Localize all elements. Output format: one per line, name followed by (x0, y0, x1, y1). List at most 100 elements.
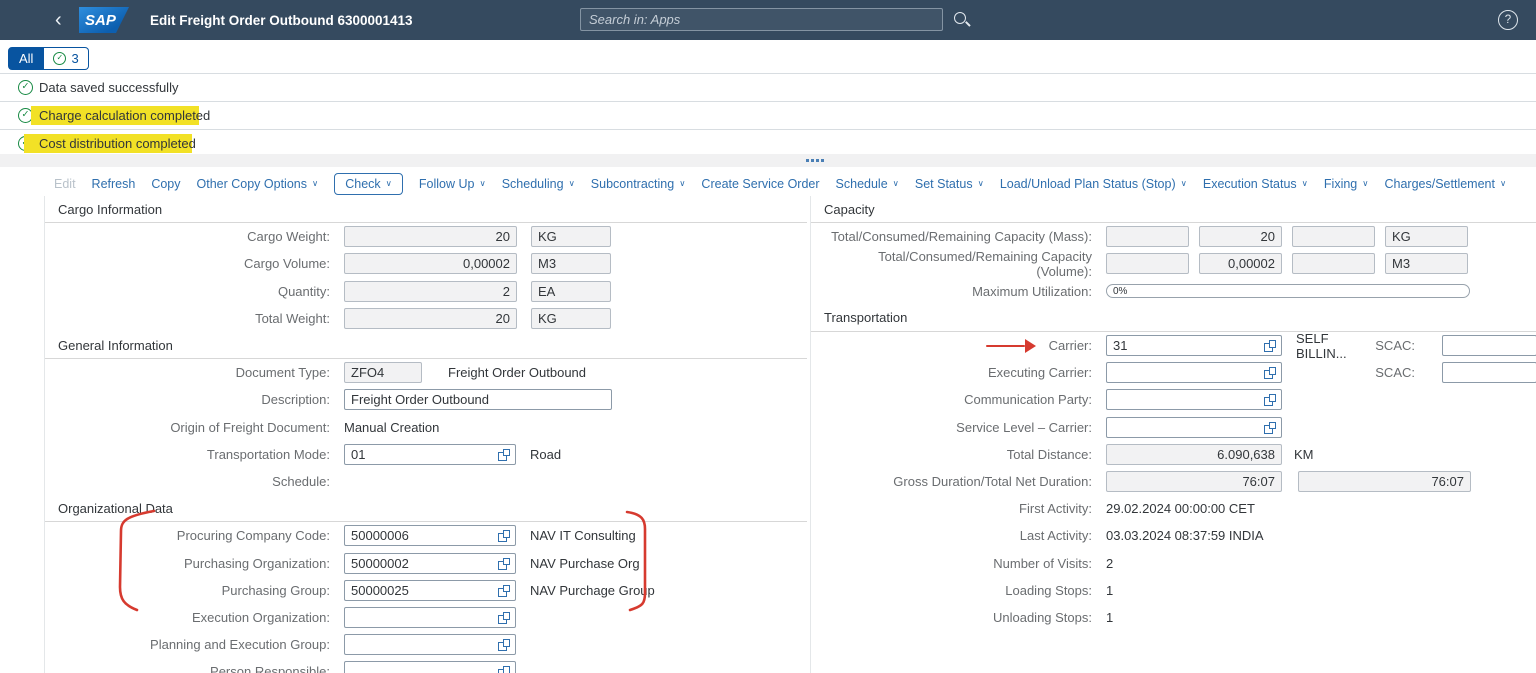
message-row[interactable]: Data saved successfully (0, 74, 1536, 102)
readonly-field: 20 (344, 308, 517, 329)
input-field[interactable]: 50000006 (344, 525, 516, 546)
search-icon[interactable] (954, 12, 966, 24)
field-label: Cargo Volume: (58, 256, 330, 271)
chevron-down-icon: ∨ (1362, 178, 1368, 189)
form-row-total-consumed-remaining-capacity-volume: Total/Consumed/Remaining Capacity (Volum… (811, 250, 1536, 277)
toolbar-charges-settlement[interactable]: Charges/Settlement∨ (1384, 177, 1506, 191)
section-header: Capacity (811, 196, 1536, 223)
chevron-down-icon: ∨ (1181, 178, 1187, 189)
value-help-icon[interactable] (1264, 367, 1276, 379)
search-input[interactable] (580, 8, 943, 31)
form-row-gross-duration-total-net-duration: Gross Duration/Total Net Duration:76:077… (811, 468, 1536, 495)
chevron-down-icon: ∨ (1302, 178, 1308, 189)
field-label: Maximum Utilization: (824, 284, 1092, 299)
value-help-icon[interactable] (1264, 340, 1276, 352)
input-field[interactable]: 31 (1106, 335, 1282, 356)
field-label: Gross Duration/Total Net Duration: (824, 474, 1092, 489)
form-row-communication-party: Communication Party: (811, 386, 1536, 413)
field-label: Schedule: (58, 474, 330, 489)
value-help-icon[interactable] (498, 639, 510, 651)
field-label: Unloading Stops: (824, 610, 1092, 625)
field-label: Loading Stops: (824, 583, 1092, 598)
chevron-down-icon: ∨ (893, 178, 899, 189)
value-help-icon[interactable] (498, 530, 510, 542)
value-help-icon[interactable] (1264, 422, 1276, 434)
toolbar-subcontracting[interactable]: Subcontracting∨ (591, 177, 686, 191)
input-field[interactable]: 50000002 (344, 553, 516, 574)
value-help-icon[interactable] (498, 449, 510, 461)
toolbar-label: Charges/Settlement (1384, 177, 1494, 191)
filter-success-button[interactable]: 3 (44, 47, 88, 70)
toolbar-create-service-order[interactable]: Create Service Order (701, 177, 819, 191)
readonly-field: 0,00002 (344, 253, 517, 274)
splitter-bar[interactable] (0, 154, 1536, 167)
readonly-field: M3 (1385, 253, 1468, 274)
section-title: Capacity (824, 202, 875, 217)
input-field[interactable] (344, 607, 516, 628)
value-help-icon[interactable] (498, 666, 510, 673)
toolbar-copy[interactable]: Copy (151, 177, 180, 191)
filter-all-button[interactable]: All (8, 47, 44, 70)
input-field[interactable] (344, 661, 516, 673)
toolbar-execution-status[interactable]: Execution Status∨ (1203, 177, 1308, 191)
input-field[interactable] (1442, 335, 1536, 356)
back-icon[interactable]: ‹ (49, 8, 68, 32)
value-help-icon[interactable] (1264, 394, 1276, 406)
readonly-field: 0,00002 (1199, 253, 1282, 274)
field-value-text: 1 (1106, 610, 1113, 625)
value-help-icon[interactable] (498, 612, 510, 624)
success-icon (18, 80, 33, 95)
value-help-icon[interactable] (498, 585, 510, 597)
toolbar-schedule[interactable]: Schedule∨ (836, 177, 899, 191)
toolbar-refresh[interactable]: Refresh (92, 177, 136, 191)
shell-bar: ‹ SAP Edit Freight Order Outbound 630000… (0, 0, 1536, 40)
form-row-carrier: Carrier:31SELF BILLIN...SCAC: (811, 332, 1536, 359)
input-field[interactable] (344, 634, 516, 655)
form-row-first-activity: First Activity:29.02.2024 00:00:00 CET (811, 495, 1536, 522)
toolbar-follow-up[interactable]: Follow Up∨ (419, 177, 486, 191)
field-value-text: 2 (1106, 556, 1113, 571)
toolbar-fixing[interactable]: Fixing∨ (1324, 177, 1369, 191)
field-label: Total Distance: (824, 447, 1092, 462)
toolbar-label: Create Service Order (701, 177, 819, 191)
input-field[interactable]: 01 (344, 444, 516, 465)
toolbar-check[interactable]: Check∨ (334, 173, 403, 195)
readonly-field: M3 (531, 253, 611, 274)
field-label: Transportation Mode: (58, 447, 330, 462)
toolbar-label: Check (345, 177, 380, 191)
toolbar-other-copy-options[interactable]: Other Copy Options∨ (197, 177, 319, 191)
toolbar-scheduling[interactable]: Scheduling∨ (502, 177, 575, 191)
input-value: 50000025 (351, 583, 409, 598)
value-help-icon[interactable] (498, 558, 510, 570)
form-row-execution-organization: Execution Organization: (45, 604, 807, 631)
input-field[interactable] (1442, 362, 1536, 383)
toolbar-set-status[interactable]: Set Status∨ (915, 177, 984, 191)
readonly-field: KG (531, 308, 611, 329)
help-icon[interactable]: ? (1498, 10, 1518, 30)
input-field[interactable] (1106, 389, 1282, 410)
field-label: Document Type: (58, 365, 330, 380)
readonly-field: 20 (1199, 226, 1282, 247)
message-row[interactable]: Charge calculation completed (0, 102, 1536, 130)
chevron-down-icon: ∨ (479, 178, 485, 189)
input-field[interactable] (1106, 417, 1282, 438)
field-label: Execution Organization: (58, 610, 330, 625)
readonly-field: 2 (344, 281, 517, 302)
form-row-loading-stops: Loading Stops:1 (811, 577, 1536, 604)
readonly-field: EA (531, 281, 611, 302)
field-label: Total/Consumed/Remaining Capacity (Mass)… (824, 229, 1092, 244)
field-label: Executing Carrier: (824, 365, 1092, 380)
form-row-origin-of-freight-document: Origin of Freight Document:Manual Creati… (45, 414, 807, 441)
section-header: Organizational Data (45, 495, 807, 522)
splitter-handle-icon[interactable] (806, 159, 824, 162)
input-field[interactable]: Freight Order Outbound (344, 389, 612, 410)
readonly-field (1106, 226, 1189, 247)
form-row-description: Description:Freight Order Outbound (45, 386, 807, 413)
field-label: Total Weight: (58, 311, 330, 326)
toolbar-load-unload-plan-status-stop[interactable]: Load/Unload Plan Status (Stop)∨ (1000, 177, 1187, 191)
input-field[interactable]: 50000025 (344, 580, 516, 601)
field-value-text: Manual Creation (344, 420, 439, 435)
section-title: Transportation (824, 310, 907, 325)
section-header: Transportation (811, 305, 1536, 332)
input-field[interactable] (1106, 362, 1282, 383)
